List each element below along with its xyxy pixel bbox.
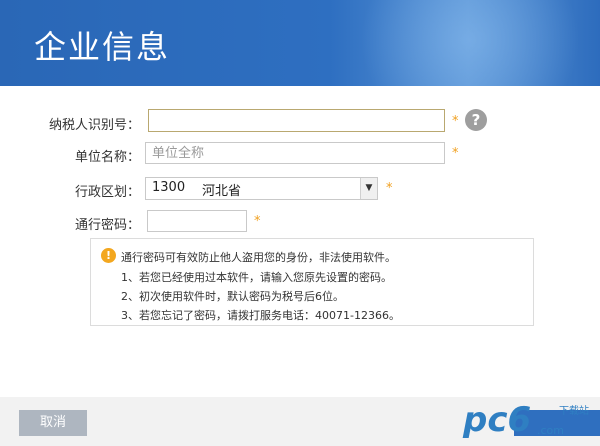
required-mark: * [452,146,459,161]
watermark-logo-text: pc6 [463,400,532,440]
cancel-button[interactable]: 取消 [19,410,87,436]
required-mark: * [452,114,459,129]
required-mark: * [386,181,393,196]
required-mark: * [254,214,261,229]
watermark-logo: pc6 下载站 .com [463,398,600,444]
notice-line: 通行密码可有效防止他人盗用您的身份，非法使用软件。 [121,251,396,264]
header-banner: 企业信息 [0,0,600,86]
header-glow [360,0,580,86]
watermark-tag-top: 下载站 [559,406,589,417]
unit-name-label: 单位名称： [74,150,140,165]
help-icon[interactable]: ? [465,109,487,131]
region-label: 行政区划： [74,185,140,200]
notice-box: ! 通行密码可有效防止他人盗用您的身份，非法使用软件。 1、若您已经使用过本软件… [90,238,534,326]
tax-id-label: 纳税人识别号： [48,118,140,133]
notice-line: 1、若您已经使用过本软件，请输入您原先设置的密码。 [121,271,392,284]
notice-line: 2、初次使用软件时，默认密码为税号后6位。 [121,290,344,303]
password-input[interactable] [147,210,247,232]
warning-icon: ! [101,248,116,263]
tax-id-input[interactable] [148,109,445,132]
unit-name-input[interactable] [145,142,445,164]
dropdown-arrow-icon[interactable]: ▼ [360,178,377,199]
watermark-tag-bottom: .com [537,424,564,437]
page-title: 企业信息 [34,28,171,66]
notice-line: 3、若您忘记了密码，请拨打服务电话：40071-12366。 [121,309,400,322]
region-select[interactable]: 1300 河北省 ▼ [145,177,378,200]
password-label: 通行密码： [74,218,140,233]
region-name: 河北省 [202,184,242,199]
region-code: 1300 [152,180,186,195]
